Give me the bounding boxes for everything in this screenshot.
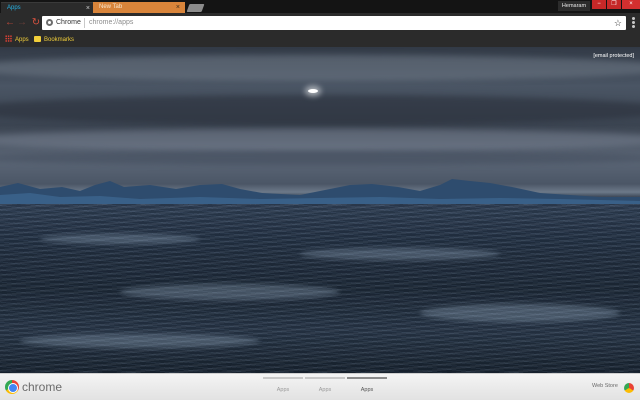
wave-foam: [420, 304, 620, 322]
apps-grid-icon: [5, 35, 12, 42]
cloud: [0, 55, 640, 81]
page-indicator-bar: [347, 377, 387, 379]
close-icon[interactable]: ×: [176, 2, 180, 13]
folder-icon: [34, 36, 41, 42]
profile-button[interactable]: Hemaram: [558, 1, 590, 11]
cloud: [0, 151, 640, 165]
minimize-button[interactable]: −: [592, 0, 606, 9]
tab-label: New Tab: [99, 4, 123, 10]
wave-foam: [40, 234, 200, 244]
wave-foam: [20, 334, 260, 348]
divider: [84, 18, 85, 28]
web-store-link[interactable]: Web Store: [592, 383, 618, 389]
back-arrow-icon[interactable]: ←: [4, 16, 16, 30]
bookmarks-bar: Apps Bookmarks: [0, 33, 640, 47]
cloud: [0, 95, 640, 125]
sea: [0, 204, 640, 373]
page-tab-label: Apps: [276, 387, 290, 393]
page-tab-label: Apps: [318, 387, 332, 393]
wave-foam: [300, 248, 500, 260]
user-email: [email protected]: [593, 53, 634, 59]
bookmark-label: Apps: [15, 37, 29, 43]
bookmark-folder[interactable]: Bookmarks: [34, 33, 74, 47]
apps-page-tab-2[interactable]: Apps: [305, 377, 345, 399]
tab-apps[interactable]: Apps ×: [1, 2, 95, 13]
title-bar: Apps × New Tab × Hemaram − ❐ ×: [0, 0, 640, 13]
apps-page-tab-1[interactable]: Apps: [263, 377, 303, 399]
web-store-icon[interactable]: [624, 383, 634, 393]
maximize-button[interactable]: ❐: [607, 0, 621, 9]
new-tab-button[interactable]: [186, 4, 205, 12]
tab-label: Apps: [7, 5, 21, 11]
page-indicator-bar: [263, 377, 303, 379]
bookmark-label: Bookmarks: [44, 37, 75, 43]
chrome-wordmark: chrome: [22, 380, 63, 394]
url-text[interactable]: chrome://apps: [89, 16, 133, 30]
apps-page-background: [email protected]: [0, 47, 640, 373]
bookmark-apps[interactable]: Apps: [5, 33, 29, 47]
window-close-button[interactable]: ×: [622, 0, 640, 9]
cloud: [0, 129, 640, 151]
moon-glow: [308, 89, 318, 93]
reload-icon[interactable]: ↻: [30, 16, 42, 30]
forward-arrow-icon[interactable]: →: [16, 16, 28, 30]
address-bar[interactable]: Chrome chrome://apps ☆: [42, 16, 626, 30]
site-chip: Chrome: [56, 19, 81, 26]
wave-foam: [120, 284, 340, 300]
toolbar: ← → ↻ Chrome chrome://apps ☆: [0, 13, 640, 33]
tab-new-tab[interactable]: New Tab ×: [93, 2, 185, 13]
apps-bottom-bar: chrome Apps Apps Apps Web Store: [0, 373, 640, 400]
menu-dots-icon[interactable]: [630, 17, 636, 29]
chrome-logo-icon: [5, 380, 19, 394]
page-indicator-bar: [305, 377, 345, 379]
apps-page-tab-3[interactable]: Apps: [347, 377, 387, 399]
page-tab-label: Apps: [360, 387, 374, 393]
chrome-page-icon: [46, 19, 53, 26]
star-icon[interactable]: ☆: [614, 16, 622, 30]
